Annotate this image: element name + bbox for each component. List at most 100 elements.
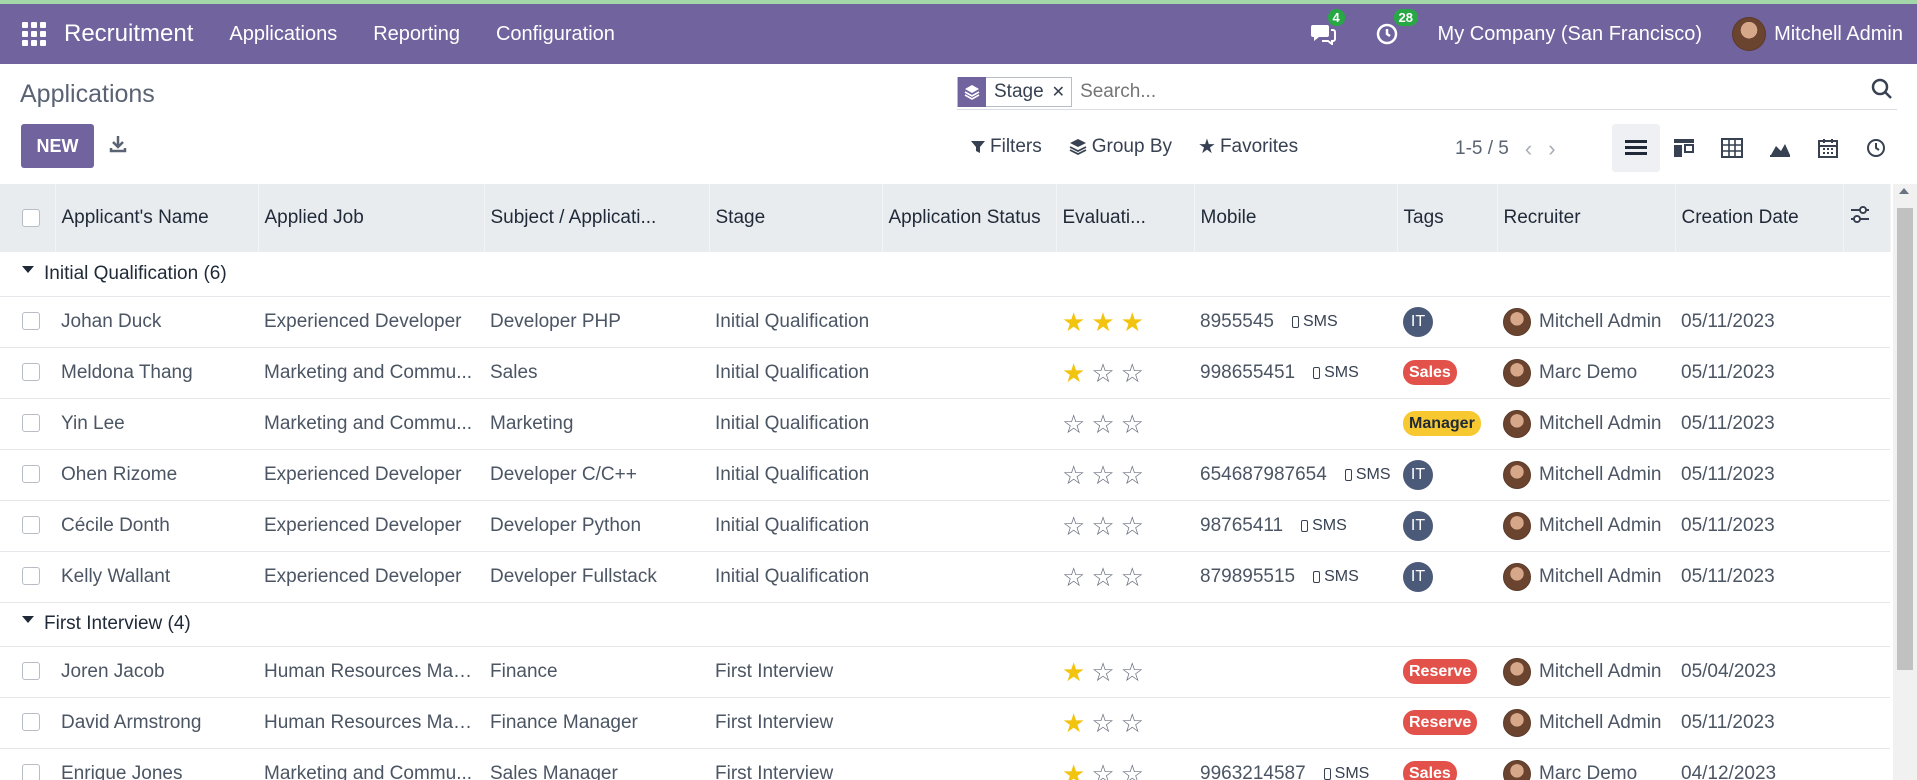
star-filled-icon[interactable]: ★ (1062, 761, 1085, 780)
star-empty-icon[interactable]: ☆ (1062, 411, 1085, 437)
col-applicant-name[interactable]: Applicant's Name (55, 184, 259, 252)
col-recruiter[interactable]: Recruiter (1497, 184, 1676, 252)
row-checkbox[interactable] (0, 296, 55, 347)
star-filled-icon[interactable]: ★ (1062, 309, 1085, 335)
table-row[interactable]: Johan Duck Experienced Developer Developer… (0, 296, 1890, 347)
star-empty-icon[interactable]: ☆ (1062, 462, 1085, 488)
menu-reporting[interactable]: Reporting (373, 23, 460, 46)
list-view-icon[interactable] (1612, 124, 1660, 172)
star-empty-icon[interactable]: ☆ (1091, 710, 1114, 736)
star-empty-icon[interactable]: ☆ (1062, 564, 1085, 590)
caret-down-icon[interactable] (22, 616, 34, 624)
facet-remove-icon[interactable]: ✕ (1052, 82, 1071, 102)
optional-columns-toggle[interactable] (1843, 184, 1891, 252)
pager-prev-icon[interactable]: ‹ (1525, 136, 1532, 162)
star-filled-icon[interactable]: ★ (1062, 710, 1085, 736)
row-checkbox[interactable] (0, 646, 55, 697)
row-checkbox[interactable] (0, 697, 55, 748)
star-empty-icon[interactable]: ☆ (1091, 462, 1114, 488)
star-empty-icon[interactable]: ☆ (1062, 513, 1085, 539)
calendar-view-icon[interactable] (1804, 124, 1852, 172)
star-empty-icon[interactable]: ☆ (1121, 659, 1144, 685)
recruiter-avatar (1503, 409, 1531, 438)
star-empty-icon[interactable]: ☆ (1121, 564, 1144, 590)
graph-view-icon[interactable] (1756, 124, 1804, 172)
table-row[interactable]: Yin Lee Marketing and Commu... Marketing In… (0, 398, 1890, 449)
table-row[interactable]: Cécile Donth Experienced Developer Develop… (0, 500, 1890, 551)
col-creation-date[interactable]: Creation Date (1675, 184, 1844, 252)
table-row[interactable]: Kelly Wallant Experienced Developer Develo… (0, 551, 1890, 602)
select-all-checkbox[interactable] (0, 184, 56, 252)
sms-button[interactable]: SMS (1323, 765, 1369, 780)
caret-down-icon[interactable] (22, 266, 34, 274)
group-header[interactable]: Initial Qualification (6) (0, 252, 1890, 297)
star-empty-icon[interactable]: ☆ (1091, 761, 1114, 780)
group-header[interactable]: First Interview (4) (0, 602, 1890, 647)
main-navbar: Recruitment Applications Reporting Confi… (0, 4, 1917, 64)
star-empty-icon[interactable]: ☆ (1121, 710, 1144, 736)
activities-button[interactable]: 28 (1376, 9, 1418, 45)
table-row[interactable]: David Armstrong Human Resources Man... Fin… (0, 697, 1890, 748)
col-stage[interactable]: Stage (709, 184, 883, 252)
sms-button[interactable]: SMS (1291, 313, 1338, 331)
row-checkbox[interactable] (0, 398, 55, 449)
favorites-button[interactable]: ★ Favorites (1198, 134, 1298, 159)
row-checkbox[interactable] (0, 500, 55, 551)
pivot-view-icon[interactable] (1708, 124, 1756, 172)
col-tags[interactable]: Tags (1397, 184, 1498, 252)
table-row[interactable]: Joren Jacob Human Resources Man... Finance… (0, 646, 1890, 697)
kanban-view-icon[interactable] (1660, 124, 1708, 172)
row-checkbox[interactable] (0, 748, 55, 780)
star-filled-icon[interactable]: ★ (1091, 309, 1114, 335)
star-empty-icon[interactable]: ☆ (1121, 513, 1144, 539)
star-empty-icon[interactable]: ☆ (1091, 513, 1114, 539)
messages-button[interactable]: 4 (1310, 9, 1345, 45)
scrollbar-thumb[interactable] (1897, 208, 1913, 670)
scroll-up-arrow-icon[interactable] (1899, 188, 1909, 194)
pager-next-icon[interactable]: › (1548, 136, 1555, 162)
search-icon[interactable] (1871, 78, 1893, 105)
sms-button[interactable]: SMS (1313, 568, 1359, 586)
search-input[interactable] (1080, 80, 1871, 103)
star-empty-icon[interactable]: ☆ (1091, 360, 1114, 386)
new-button[interactable]: NEW (21, 124, 94, 168)
col-applied-job[interactable]: Applied Job (258, 184, 485, 252)
star-empty-icon[interactable]: ☆ (1091, 659, 1114, 685)
sms-button[interactable]: SMS (1344, 466, 1390, 484)
row-checkbox[interactable] (0, 551, 55, 602)
sms-button[interactable]: SMS (1313, 364, 1359, 382)
table-row[interactable]: Meldona Thang Marketing and Commu... Sales… (0, 347, 1890, 398)
col-subject[interactable]: Subject / Applicati... (484, 184, 710, 252)
col-evaluation[interactable]: Evaluati... (1056, 184, 1195, 252)
star-empty-icon[interactable]: ☆ (1121, 411, 1144, 437)
sms-button[interactable]: SMS (1301, 517, 1347, 535)
app-title[interactable]: Recruitment (64, 20, 193, 48)
pager-value[interactable]: 1-5 / 5 (1455, 138, 1509, 160)
user-avatar[interactable] (1732, 17, 1767, 51)
menu-applications[interactable]: Applications (229, 23, 337, 46)
col-application-status[interactable]: Application Status (882, 184, 1057, 252)
apps-menu-icon[interactable] (22, 22, 46, 46)
col-mobile[interactable]: Mobile (1194, 184, 1398, 252)
row-checkbox[interactable] (0, 449, 55, 500)
activity-view-icon[interactable] (1852, 124, 1900, 172)
user-menu[interactable]: Mitchell Admin (1774, 23, 1903, 46)
row-checkbox[interactable] (0, 347, 55, 398)
filters-button[interactable]: Filters (970, 136, 1042, 158)
table-row[interactable]: Enrique Jones Marketing and Commu... Sales… (0, 748, 1890, 780)
star-filled-icon[interactable]: ★ (1062, 360, 1085, 386)
star-empty-icon[interactable]: ☆ (1091, 411, 1114, 437)
groupby-facet[interactable]: Stage ✕ (957, 76, 1073, 107)
menu-configuration[interactable]: Configuration (496, 23, 615, 46)
download-icon[interactable] (108, 134, 128, 159)
star-empty-icon[interactable]: ☆ (1091, 564, 1114, 590)
star-filled-icon[interactable]: ★ (1062, 659, 1085, 685)
vertical-scrollbar[interactable] (1893, 184, 1917, 780)
company-switcher[interactable]: My Company (San Francisco) (1438, 23, 1703, 46)
table-row[interactable]: Ohen Rizome Experienced Developer Develope… (0, 449, 1890, 500)
groupby-button[interactable]: Group By (1068, 136, 1172, 158)
star-empty-icon[interactable]: ☆ (1121, 761, 1144, 780)
star-filled-icon[interactable]: ★ (1121, 309, 1144, 335)
star-empty-icon[interactable]: ☆ (1121, 360, 1144, 386)
star-empty-icon[interactable]: ☆ (1121, 462, 1144, 488)
